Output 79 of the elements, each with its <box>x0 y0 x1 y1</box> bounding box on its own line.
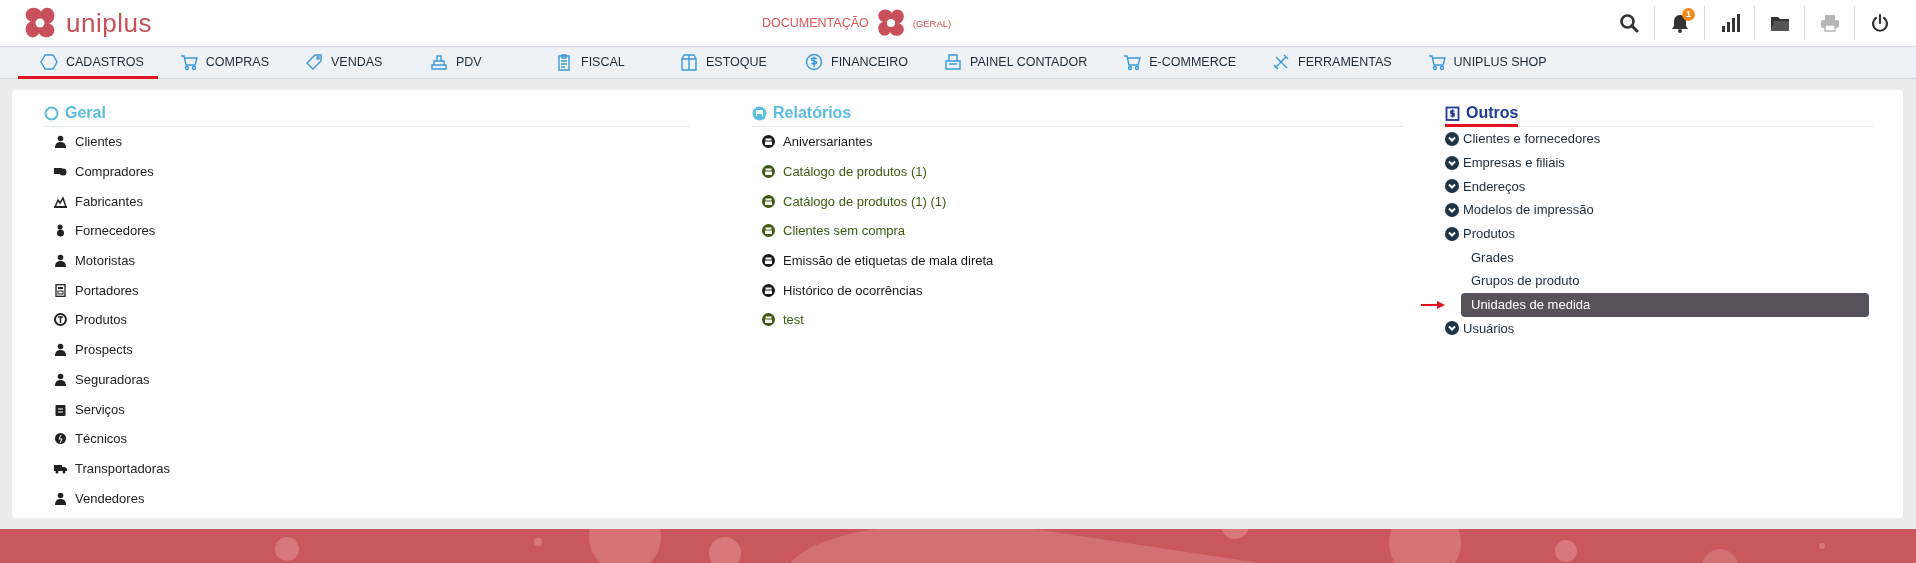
cash-register-icon <box>430 52 448 71</box>
section-title: Outros <box>1445 102 1519 127</box>
menu-tab[interactable]: FISCAL <box>533 47 658 79</box>
cash-register-icon <box>944 52 963 71</box>
logo-text: uniplus <box>66 7 152 39</box>
printer-icon <box>1819 13 1840 33</box>
bell-icon <box>1669 13 1690 33</box>
chevron-down-icon <box>1445 202 1459 217</box>
hexagon-icon <box>40 52 58 71</box>
tree-item[interactable]: Endereços <box>1445 174 1873 199</box>
menu-tab[interactable]: COMPRAS <box>157 47 283 79</box>
notification-badge: 1 <box>1682 8 1695 21</box>
section-title: Relatórios <box>752 102 852 124</box>
calculator-icon <box>54 283 67 297</box>
person-icon <box>54 135 67 149</box>
tree-item[interactable]: Produtos <box>1445 221 1873 246</box>
tree-item[interactable]: Modelos de impressão <box>1445 198 1873 222</box>
circle-icon <box>54 313 67 327</box>
menu-tab[interactable]: VENDAS <box>283 47 408 79</box>
menu-tab[interactable]: E-COMMERCE <box>1101 47 1251 79</box>
context-scope: (GERAL) <box>912 17 952 29</box>
report-item[interactable]: Catálogo de produtos (1) <box>752 156 1403 187</box>
report-item[interactable]: Aniversariantes <box>752 127 1403 157</box>
menu-item[interactable]: Transportadoras <box>44 453 690 484</box>
menu-item[interactable]: Prospects <box>44 334 690 365</box>
menu-tab[interactable]: PDV <box>408 47 533 79</box>
report-item[interactable]: Emissão de etiquetas de mala direta <box>752 245 1403 276</box>
section-title: Geral <box>44 102 106 124</box>
cart-icon <box>179 52 198 71</box>
chevron-down-icon <box>1445 321 1459 336</box>
cart-icon <box>1427 52 1446 71</box>
tag-icon <box>305 52 323 71</box>
menu-tab[interactable]: UNIPLUS SHOP <box>1405 47 1561 79</box>
menu-item[interactable]: Portadores <box>44 275 690 306</box>
menu-item[interactable]: Motoristas <box>44 245 690 276</box>
menu-tab[interactable]: ESTOQUE <box>658 47 783 79</box>
menu-item[interactable]: Técnicos <box>44 423 690 454</box>
tools-icon <box>1272 52 1291 71</box>
dollar-icon <box>805 52 823 71</box>
tree-item[interactable]: Clientes e fornecedores <box>1445 127 1873 151</box>
person-icon <box>54 343 67 357</box>
person-icon <box>54 491 67 505</box>
menu-tab[interactable]: PAINEL CONTADOR <box>922 47 1102 79</box>
clipboard-icon <box>1445 105 1460 121</box>
box-icon <box>680 52 698 71</box>
menu-item[interactable]: Vendedores <box>44 483 690 513</box>
report-item[interactable]: Clientes sem compra <box>752 216 1403 246</box>
menu-item[interactable]: Seguradoras <box>44 364 690 395</box>
menu-tab[interactable]: CADASTROS <box>18 47 158 79</box>
menu-item[interactable]: Serviços <box>44 394 690 424</box>
tree-item[interactable]: Usuários <box>1445 316 1873 341</box>
search-icon <box>1619 13 1639 33</box>
tree-item[interactable]: Grupos de produto <box>1461 269 1869 293</box>
pointer-arrow-icon <box>1421 300 1445 309</box>
report-item[interactable]: Histórico de ocorrências <box>752 275 1403 306</box>
menu-item[interactable]: Produtos <box>44 305 690 335</box>
report-item[interactable]: test <box>752 305 1403 335</box>
tree-item[interactable]: Empresas e filiais <box>1445 150 1873 175</box>
cart-icon <box>1123 52 1142 71</box>
menu-item[interactable]: Compradores <box>44 156 690 187</box>
clipboard-icon <box>54 402 67 416</box>
menu-tab[interactable]: FERRAMENTAS <box>1250 47 1406 79</box>
person-icon <box>54 372 67 386</box>
chevron-down-icon <box>1445 131 1459 146</box>
chevron-down-icon <box>1445 179 1459 194</box>
menu-item[interactable]: Fabricantes <box>44 186 690 217</box>
clipboard-icon <box>555 52 573 71</box>
person-icon <box>54 254 67 268</box>
power-icon <box>1869 13 1890 33</box>
chevron-down-icon <box>1445 155 1459 170</box>
chevron-down-icon <box>1445 226 1459 241</box>
tree-item[interactable]: Grades <box>1461 245 1869 270</box>
report-item[interactable]: Catálogo de produtos (1) (1) <box>752 186 1403 217</box>
printer-icon <box>752 105 767 121</box>
menu-item[interactable]: Clientes <box>44 127 690 157</box>
bar-chart-icon <box>1719 13 1740 33</box>
menu-item[interactable]: Fornecedores <box>44 216 690 246</box>
context-label: DOCUMENTAÇÃO <box>762 16 869 30</box>
menu-tab[interactable]: FINANCEIRO <box>783 47 923 79</box>
